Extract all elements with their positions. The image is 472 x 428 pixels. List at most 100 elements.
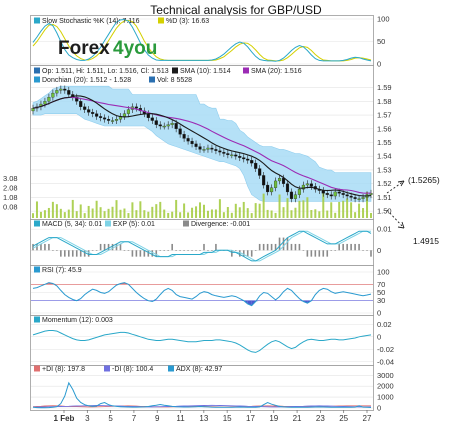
divergence-bar: [99, 243, 102, 251]
candle-body: [218, 150, 222, 153]
candle-body: [281, 178, 286, 184]
volume-bar: [43, 210, 46, 218]
volume-bar: [179, 212, 182, 218]
divergence-bar: [370, 250, 372, 257]
candle-body: [297, 189, 301, 195]
candle-body: [47, 97, 51, 102]
candle-body: [289, 191, 294, 199]
divergence-bar: [346, 243, 348, 251]
volume-bar: [191, 207, 194, 218]
legend-swatch: [168, 365, 174, 372]
candle-body: [274, 180, 278, 188]
divergence-bar: [266, 243, 269, 251]
volume-bar: [75, 211, 78, 218]
volume-bar: [195, 206, 198, 218]
volume-bar: [354, 212, 357, 218]
volume-bar: [262, 193, 265, 218]
volume-bar: [39, 211, 42, 218]
volume-axis-label: 1.08: [3, 193, 18, 202]
volume-bar: [294, 207, 297, 218]
x-tick-label: 21: [293, 414, 302, 423]
candle-body: [254, 162, 258, 169]
volume-bar: [242, 201, 245, 218]
volume-bar: [51, 201, 54, 218]
x-tick-label: 1 Feb: [54, 414, 75, 423]
y-tick-label: 1.52: [377, 179, 392, 188]
volume-bar: [206, 210, 209, 218]
volume-bar: [286, 198, 289, 218]
volume-bar: [334, 212, 337, 218]
divergence-bar: [358, 243, 360, 251]
divergence-bar: [362, 250, 364, 251]
candle-body: [158, 124, 162, 127]
volume-bar: [147, 211, 150, 218]
divergence-bar: [44, 243, 46, 251]
volume-axis-label: 3.08: [3, 174, 18, 183]
legend-swatch: [149, 76, 155, 83]
candle-body: [214, 149, 218, 151]
divergence-bar: [282, 237, 285, 251]
divergence-bar: [235, 250, 237, 251]
volume-bar: [342, 200, 345, 218]
divergence-bar: [270, 243, 273, 251]
candle-body: [67, 90, 71, 95]
candle-body: [258, 168, 262, 176]
legend-label: -DI (8): 100.4: [112, 366, 153, 373]
x-tick-label: 27: [363, 414, 372, 423]
divergence-bar: [338, 243, 340, 251]
divergence-bar: [334, 250, 337, 251]
candle-body: [103, 117, 107, 120]
volume-bar: [167, 212, 170, 218]
divergence-bar: [151, 250, 154, 257]
y-tick-label: 1.51: [377, 193, 392, 202]
volume-bar: [63, 212, 66, 218]
candle-body: [242, 157, 246, 160]
volume-bar: [119, 209, 122, 218]
y-tick-label: 1.55: [377, 138, 392, 147]
y-tick-label: 0: [377, 60, 381, 69]
legend-label: RSI (7): 45.9: [42, 267, 82, 274]
y-tick-label: 30: [377, 296, 385, 305]
legend-label: EXP (5): 0.01: [113, 221, 155, 228]
candle-body: [31, 108, 35, 112]
candle-body: [174, 123, 178, 129]
divergence-bar: [318, 250, 321, 257]
divergence-bar: [215, 243, 217, 251]
divergence-bar: [179, 250, 181, 251]
divergence-bar: [306, 250, 309, 257]
volume-bar: [338, 201, 341, 218]
divergence-bar: [71, 250, 74, 257]
divergence-bar: [107, 243, 110, 251]
volume-bar: [362, 208, 365, 218]
volume-bar: [139, 201, 142, 218]
chart-figure: 0501001.501.511.521.531.541.551.561.571.…: [3, 15, 440, 424]
divergence-bar: [195, 250, 197, 251]
volume-bar: [111, 206, 114, 218]
candle-body: [230, 154, 234, 157]
y-tick-label: 0.02: [377, 320, 392, 329]
volume-bar: [187, 212, 190, 218]
divergence-bar: [91, 250, 94, 251]
volume-bar: [59, 208, 62, 218]
candle-body: [198, 146, 202, 150]
legend-label: SMA (10): 1.514: [180, 68, 231, 75]
candle-body: [357, 198, 361, 200]
divergence-bar: [302, 250, 305, 251]
divergence-bar: [87, 250, 90, 257]
divergence-bar: [143, 250, 146, 257]
candle-body: [349, 195, 353, 198]
candle-body: [162, 125, 166, 128]
divergence-bar: [48, 243, 50, 251]
volume-bar: [226, 207, 229, 218]
volume-bar: [143, 210, 146, 218]
volume-bar: [274, 212, 277, 218]
y-tick-label: 2000: [377, 382, 394, 391]
volume-bar: [222, 212, 225, 218]
candle-body: [59, 88, 63, 91]
divergence-bar: [83, 250, 86, 257]
candle-body: [206, 147, 210, 150]
y-tick-label: 70: [377, 280, 385, 289]
volume-bar: [370, 212, 372, 218]
volume-bar: [250, 213, 253, 218]
candle-body: [309, 183, 313, 187]
